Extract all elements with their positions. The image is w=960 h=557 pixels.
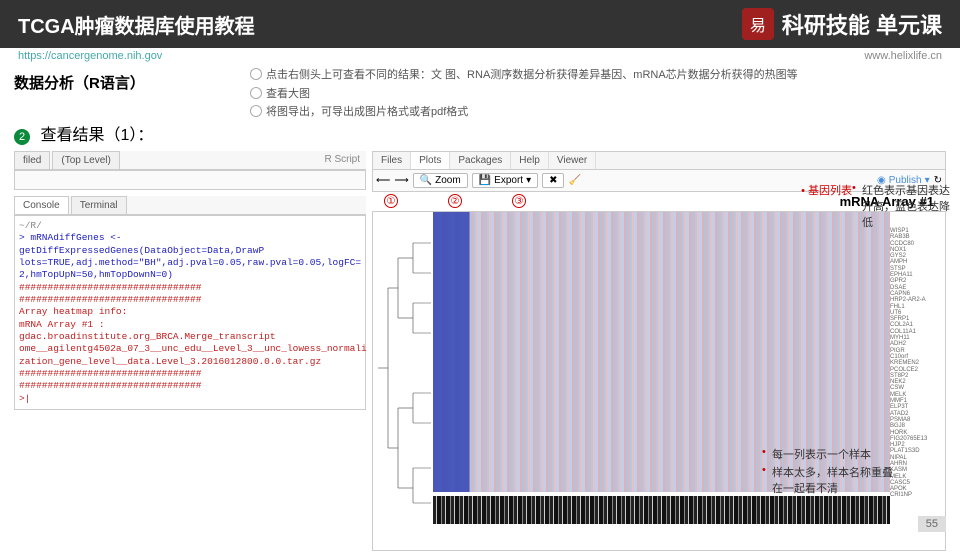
marker-3: ③ [512,194,526,208]
viewer-tabs: Files Plots Packages Help Viewer [372,151,946,170]
bullet-icon [250,105,262,117]
arrow-left-icon[interactable]: ⟵ [376,175,390,186]
console-output: ~/R/ > mRNAdiffGenes <- getDiffExpressed… [14,215,366,410]
page-number: 55 [918,516,946,532]
tip-c: 将图导出，可导出成图片格式或者pdf格式 [266,106,468,118]
gene-labels: WISP1RAB3BCCDC80NOX1GYS2AMPHSTSPEPHA11GP… [890,212,945,550]
tab-packages[interactable]: Packages [450,152,511,169]
console-tab[interactable]: Console [14,196,69,214]
delete-plot-icon[interactable]: ✖ [542,173,564,188]
bullet-icon [250,68,262,80]
step-2: 2 查看结果（1）： [14,121,946,145]
note-color: 红色表示基因表达升高，蓝色表达降低 [852,182,952,232]
tip-a: 点击右侧头上可查看不同的结果：文 图、RNA测序数据分析获得差异基因、mRNA芯… [266,69,798,81]
marker-2: ② [448,194,462,208]
tab-plots[interactable]: Plots [411,152,450,169]
export-button[interactable]: 💾 Export ▾ [472,173,538,188]
tips-block: 点击右侧头上可查看不同的结果：文 图、RNA测序数据分析获得差异基因、mRNA芯… [250,66,798,122]
bullet-icon [250,87,262,99]
console-tabs: Console Terminal [14,196,366,215]
scope-tab[interactable]: (Top Level) [52,151,119,169]
code-red: ################################ #######… [19,282,361,405]
heatmap-container [433,212,890,550]
url-left: https://cancergenome.nih.gov [18,50,162,62]
rstudio-left-pane: filed (Top Level) R Script Console Termi… [14,151,366,551]
header-bar: TCGA肿瘤数据库使用教程 易 科研技能 单元课 [0,0,960,48]
step-text: 查看结果（1）： [40,127,153,144]
tip-b: 查看大图 [266,88,310,100]
zoom-button[interactable]: 🔍 Zoom [413,173,468,188]
arrow-right-icon[interactable]: ⟶ [394,175,408,186]
step-number: 2 [14,129,30,145]
title-left: TCGA肿瘤数据库使用教程 [18,10,255,39]
note-samples: 每一列表示一个样本 样本太多，样本名称重叠在一起看不清 [762,446,902,498]
dendrogram [373,212,433,550]
field-tab[interactable]: filed [14,151,50,169]
rscript-label: R Script [318,151,366,169]
tab-viewer[interactable]: Viewer [549,152,596,169]
prompt-path: ~/R/ [19,220,361,232]
plot-area: WISP1RAB3BCCDC80NOX1GYS2AMPHSTSPEPHA11GP… [372,211,946,551]
terminal-tab[interactable]: Terminal [71,196,127,214]
marker-1: ① [384,194,398,208]
url-right: www.helixlife.cn [864,50,942,62]
url-row: https://cancergenome.nih.gov www.helixli… [0,48,960,64]
note-gene-list: • 基因列表 [801,182,852,198]
top-toolbar: filed (Top Level) R Script [14,151,366,170]
code-blue: > mRNAdiffGenes <- getDiffExpressedGenes… [19,232,361,281]
seal-icon: 易 [742,8,774,40]
sample-labels-bar [433,496,890,524]
tab-files[interactable]: Files [373,152,411,169]
broom-icon[interactable]: 🧹 [568,175,580,186]
editor-placeholder [14,170,366,190]
tab-help[interactable]: Help [511,152,549,169]
title-right: 科研技能 单元课 [782,8,942,40]
